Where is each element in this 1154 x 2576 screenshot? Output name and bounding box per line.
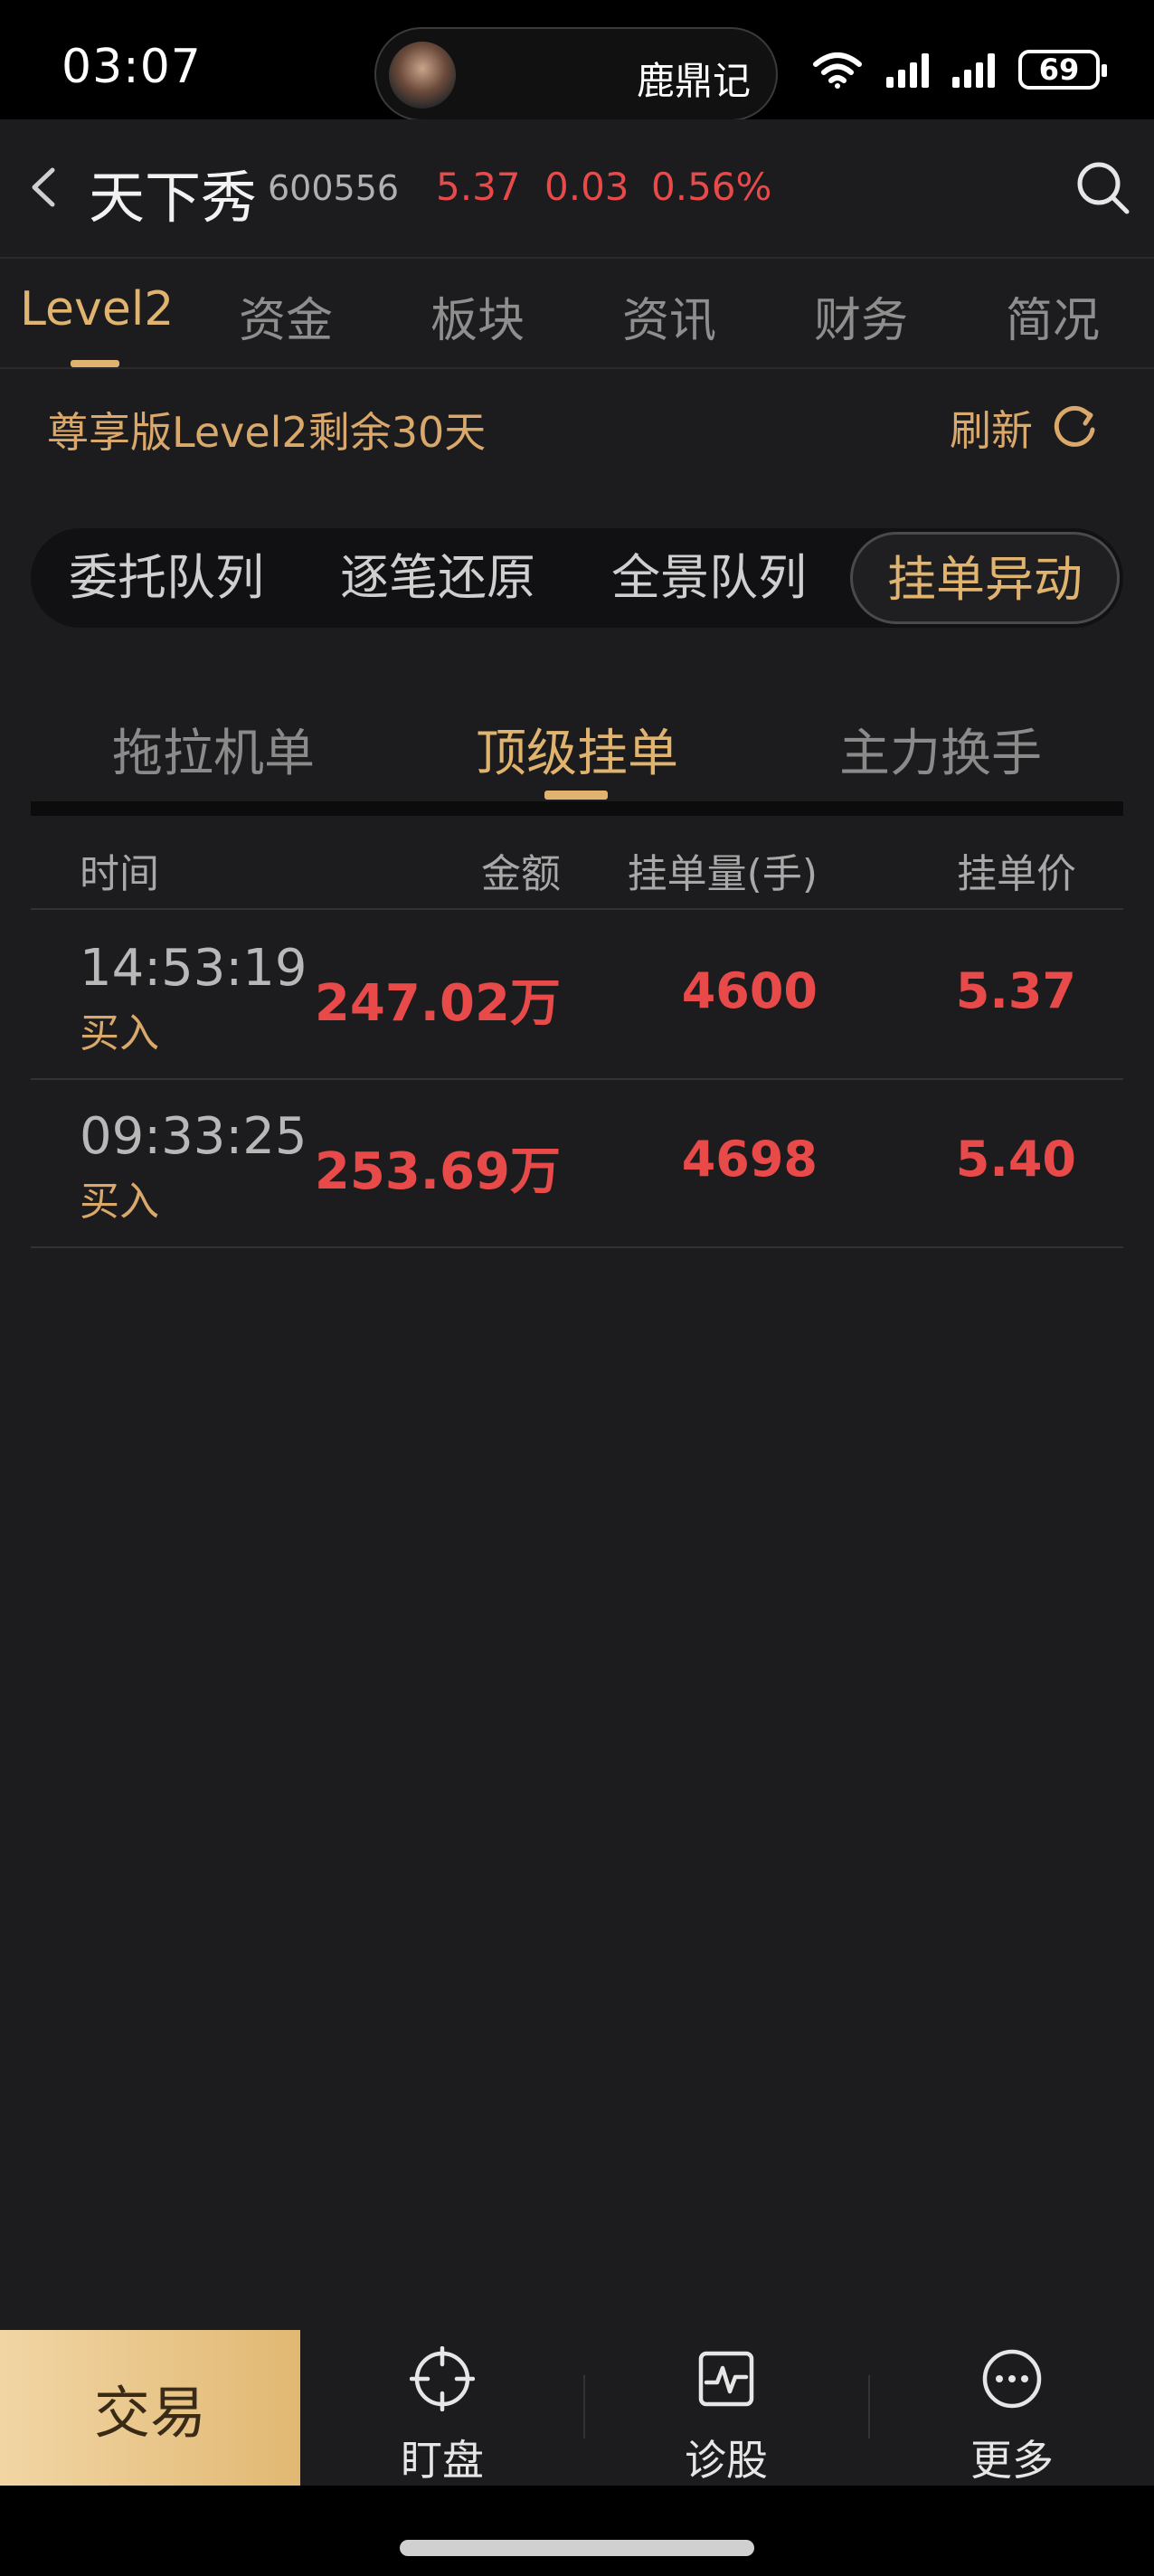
trade-button[interactable]: 交易 [0, 2330, 300, 2486]
segment-panorama-queue[interactable]: 全景队列 [573, 528, 845, 628]
tab-news[interactable]: 资讯 [622, 282, 716, 350]
more-dots-icon [982, 2349, 1042, 2409]
nav-diagnose-label: 诊股 [685, 2436, 768, 2485]
row-time: 09:33:25 [80, 1107, 307, 1166]
tab-level2[interactable]: Level2 [20, 282, 174, 336]
stock-change: 0.03 [544, 165, 629, 209]
row-price: 5.40 [955, 1131, 1076, 1188]
signal-icon-2 [952, 52, 995, 88]
signal-icon-1 [886, 52, 929, 88]
island-text: 鹿鼎记 [636, 59, 751, 103]
crosshair-icon [410, 2346, 475, 2411]
nav-more[interactable]: 更多 [870, 2330, 1154, 2486]
trade-label: 交易 [93, 2380, 206, 2446]
table-row[interactable]: 09:33:25 买入 253.69万 4698 5.40 [31, 1080, 1123, 1248]
stock-code: 600556 [268, 168, 400, 208]
search-icon[interactable] [1073, 157, 1132, 217]
home-indicator-area [0, 2486, 1154, 2576]
status-time: 03:07 [61, 40, 202, 94]
segment-order-anomaly[interactable]: 挂单异动 [850, 532, 1120, 624]
row-time: 14:53:19 [80, 939, 307, 998]
row-quantity: 4600 [681, 962, 818, 1019]
segment-order-queue[interactable]: 委托队列 [31, 528, 302, 628]
nav-diagnose[interactable]: 诊股 [584, 2330, 868, 2486]
home-indicator[interactable] [400, 2540, 754, 2556]
row-amount: 247.02万 [314, 974, 561, 1033]
nav-watch-label: 盯盘 [401, 2436, 484, 2485]
header-time: 时间 [80, 851, 159, 897]
table-row[interactable]: 14:53:19 买入 247.02万 4600 5.37 [31, 912, 1123, 1080]
refresh-button[interactable]: 刷新 [950, 398, 1100, 458]
level2-notice[interactable]: 尊享版Level2剩余30天 [47, 400, 486, 459]
header-amount: 金额 [481, 851, 561, 897]
row-side: 买入 [80, 1179, 159, 1225]
refresh-icon [1054, 405, 1095, 447]
subtab-main-turnover[interactable]: 主力换手 [839, 713, 1042, 786]
status-icons: 69 [812, 47, 1107, 92]
dynamic-island[interactable]: 鹿鼎记 [374, 27, 778, 121]
stock-price: 5.37 [436, 165, 521, 209]
header-quantity: 挂单量(手) [627, 851, 818, 897]
tab-capital[interactable]: 资金 [239, 282, 333, 350]
wifi-icon [813, 52, 862, 89]
pulse-chart-icon [698, 2351, 754, 2407]
row-side: 买入 [80, 1010, 159, 1056]
subtab-indicator [544, 791, 608, 800]
nav-more-label: 更多 [970, 2436, 1054, 2485]
active-tab-indicator [71, 360, 119, 367]
battery-icon: 69 [1018, 50, 1107, 90]
back-arrow-icon[interactable] [25, 165, 61, 210]
header-price: 挂单价 [957, 851, 1076, 897]
status-bar: 03:07 鹿鼎记 69 [0, 0, 1154, 121]
refresh-label: 刷新 [950, 406, 1033, 455]
bottom-action-bar: 交易 盯盘 诊股 更多 [0, 2330, 1154, 2486]
row-price: 5.37 [955, 962, 1076, 1019]
main-tab-bar: Level2 资金 板块 资讯 财务 简况 [0, 257, 1154, 369]
stock-change-percent: 0.56% [651, 165, 772, 209]
subtab-tractor-orders[interactable]: 拖拉机单 [112, 713, 315, 786]
subtab-top-orders[interactable]: 顶级挂单 [476, 713, 678, 786]
stock-name: 天下秀 [89, 165, 258, 231]
stock-header: 天下秀 600556 5.37 0.03 0.56% [0, 119, 1154, 255]
tab-sector[interactable]: 板块 [430, 282, 525, 350]
row-amount: 253.69万 [314, 1142, 561, 1201]
segment-tick-restore[interactable]: 逐笔还原 [302, 528, 573, 628]
tab-finance[interactable]: 财务 [814, 282, 908, 350]
tab-profile[interactable]: 简况 [1006, 282, 1100, 350]
level2-segmented-control: 委托队列 逐笔还原 全景队列 挂单异动 [31, 528, 1123, 628]
battery-level: 69 [1038, 52, 1080, 87]
section-divider [31, 801, 1123, 816]
nav-watch[interactable]: 盯盘 [300, 2330, 584, 2486]
table-header: 时间 金额 挂单量(手) 挂单价 [31, 816, 1123, 910]
row-quantity: 4698 [681, 1131, 818, 1188]
media-avatar [389, 42, 456, 109]
